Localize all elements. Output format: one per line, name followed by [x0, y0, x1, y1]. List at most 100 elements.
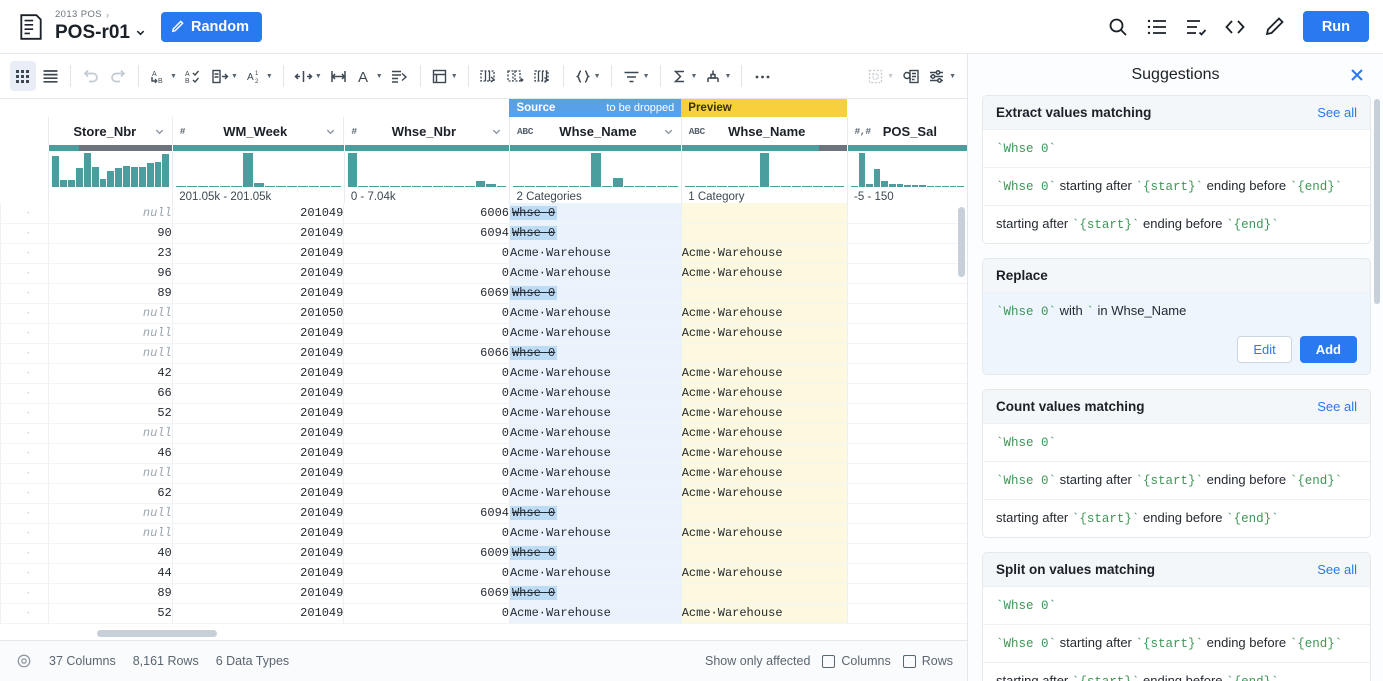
suggestion-item[interactable]: `Whse 0` with ` in Whse_Name [983, 292, 1370, 330]
row-marker[interactable]: · [1, 443, 49, 463]
cell-wm-week[interactable]: 201049 [172, 203, 344, 223]
cell-whse-name-preview[interactable] [681, 283, 847, 303]
code-brackets-icon[interactable] [1224, 16, 1246, 38]
cell-whse-nbr[interactable]: 0 [344, 383, 510, 403]
cell-pos-sal[interactable] [847, 323, 967, 343]
table-row[interactable]: ·962010490Acme·WarehouseAcme·Warehouse [1, 263, 968, 283]
cell-wm-week[interactable]: 201049 [172, 363, 344, 383]
cell-whse-name-source[interactable]: Acme·Warehouse [509, 263, 681, 283]
cell-whse-nbr[interactable]: 6094 [344, 223, 510, 243]
row-marker[interactable]: · [1, 463, 49, 483]
cell-wm-week[interactable]: 201049 [172, 403, 344, 423]
table-row[interactable]: ·892010496069Whse 0 [1, 283, 968, 303]
cell-whse-name-source[interactable]: Acme·Warehouse [509, 383, 681, 403]
cell-whse-nbr[interactable]: 0 [344, 523, 510, 543]
eye-icon[interactable] [16, 653, 32, 669]
cell-whse-nbr[interactable]: 6006 [344, 203, 510, 223]
see-all-link[interactable]: See all [1317, 562, 1357, 577]
edit-button[interactable]: Edit [1237, 336, 1291, 363]
cell-pos-sal[interactable] [847, 383, 967, 403]
cell-store-nbr[interactable]: null [48, 303, 172, 323]
cell-whse-name-source[interactable]: Whse 0 [509, 583, 681, 603]
document-title-row[interactable]: POS-r01 [55, 21, 146, 44]
list-check-icon[interactable] [1185, 16, 1207, 38]
table-row[interactable]: ·null2010490Acme·WarehouseAcme·Warehouse [1, 463, 968, 483]
column-header[interactable]: #,#POS_Sal [847, 117, 967, 145]
cell-whse-name-preview[interactable]: Acme·Warehouse [681, 263, 847, 283]
duplicate-column-button[interactable] [503, 61, 529, 91]
add-button[interactable]: Add [1300, 336, 1357, 363]
cell-whse-name-source[interactable]: Acme·Warehouse [509, 603, 681, 623]
cell-whse-nbr[interactable]: 6094 [344, 503, 510, 523]
see-all-link[interactable]: See all [1317, 399, 1357, 414]
chevron-down-icon[interactable]: ▼ [691, 73, 698, 80]
cell-whse-nbr[interactable]: 6066 [344, 343, 510, 363]
table-row[interactable]: ·662010490Acme·WarehouseAcme·Warehouse [1, 383, 968, 403]
cell-whse-name-source[interactable]: Acme·Warehouse [509, 403, 681, 423]
cell-pos-sal[interactable] [847, 443, 967, 463]
cell-wm-week[interactable]: 201049 [172, 503, 344, 523]
cell-pos-sal[interactable] [847, 463, 967, 483]
table-row[interactable]: ·null2010496094Whse 0 [1, 503, 968, 523]
cell-pos-sal[interactable] [847, 423, 967, 443]
suggestion-item[interactable]: starting after `{start}` ending before `… [983, 205, 1370, 243]
cell-whse-name-source[interactable]: Whse 0 [509, 343, 681, 363]
suggestion-item[interactable]: `Whse 0` starting after `{start}` ending… [983, 167, 1370, 205]
eyedropper-icon[interactable] [1263, 16, 1285, 38]
cell-pos-sal[interactable] [847, 343, 967, 363]
cell-store-nbr[interactable]: 90 [48, 223, 172, 243]
cell-pos-sal[interactable] [847, 583, 967, 603]
cell-store-nbr[interactable]: 89 [48, 283, 172, 303]
cell-wm-week[interactable]: 201049 [172, 243, 344, 263]
suggestion-item[interactable]: starting after `{start}` ending before `… [983, 499, 1370, 537]
row-marker[interactable]: · [1, 263, 49, 283]
cell-whse-name-source[interactable]: Acme·Warehouse [509, 363, 681, 383]
selection-box-button[interactable]: ▼ [864, 61, 897, 91]
cell-pos-sal[interactable] [847, 263, 967, 283]
cell-store-nbr[interactable]: 66 [48, 383, 172, 403]
undo-button[interactable] [78, 61, 104, 91]
cell-wm-week[interactable]: 201049 [172, 483, 344, 503]
chevron-down-icon[interactable]: ▼ [451, 73, 458, 80]
cell-whse-name-preview[interactable] [681, 583, 847, 603]
cell-whse-nbr[interactable]: 0 [344, 403, 510, 423]
grid-view-button[interactable] [10, 61, 36, 91]
cell-store-nbr[interactable]: null [48, 423, 172, 443]
cell-whse-name-preview[interactable]: Acme·Warehouse [681, 563, 847, 583]
cell-wm-week[interactable]: 201049 [172, 603, 344, 623]
suggestion-item[interactable]: starting after `{start}` ending before `… [983, 662, 1370, 681]
cell-wm-week[interactable]: 201050 [172, 303, 344, 323]
sum-aggregate-button[interactable]: ▼ [668, 61, 701, 91]
row-marker[interactable]: · [1, 403, 49, 423]
suggestion-item[interactable]: `Whse 0` [983, 586, 1370, 624]
cell-store-nbr[interactable]: 46 [48, 443, 172, 463]
redo-button[interactable] [105, 61, 131, 91]
row-marker[interactable]: · [1, 283, 49, 303]
validate-values-button[interactable]: AB [181, 61, 207, 91]
cell-wm-week[interactable]: 201049 [172, 343, 344, 363]
row-marker[interactable]: · [1, 503, 49, 523]
cell-whse-nbr[interactable]: 0 [344, 323, 510, 343]
cell-whse-name-preview[interactable]: Acme·Warehouse [681, 323, 847, 343]
cell-whse-name-source[interactable]: Acme·Warehouse [509, 323, 681, 343]
cell-whse-nbr[interactable]: 0 [344, 303, 510, 323]
row-marker[interactable]: · [1, 303, 49, 323]
chevron-down-icon[interactable] [154, 126, 165, 137]
cell-wm-week[interactable]: 201049 [172, 263, 344, 283]
row-marker[interactable]: · [1, 603, 49, 623]
cell-store-nbr[interactable]: 96 [48, 263, 172, 283]
cell-whse-nbr[interactable]: 6069 [344, 283, 510, 303]
row-marker[interactable]: · [1, 423, 49, 443]
move-column-button[interactable] [530, 61, 556, 91]
close-icon[interactable] [1349, 67, 1365, 83]
table-row[interactable]: ·null2010496066Whse 0 [1, 343, 968, 363]
cell-whse-name-preview[interactable]: Acme·Warehouse [681, 483, 847, 503]
cell-pos-sal[interactable] [847, 243, 967, 263]
search-icon[interactable] [1107, 16, 1129, 38]
cell-whse-name-source[interactable]: Acme·Warehouse [509, 483, 681, 503]
column-header[interactable]: #WM_Week [172, 117, 344, 145]
row-marker[interactable]: · [1, 583, 49, 603]
cell-store-nbr[interactable]: null [48, 323, 172, 343]
chevron-down-icon[interactable] [325, 126, 336, 137]
table-row[interactable]: ·232010490Acme·WarehouseAcme·Warehouse [1, 243, 968, 263]
